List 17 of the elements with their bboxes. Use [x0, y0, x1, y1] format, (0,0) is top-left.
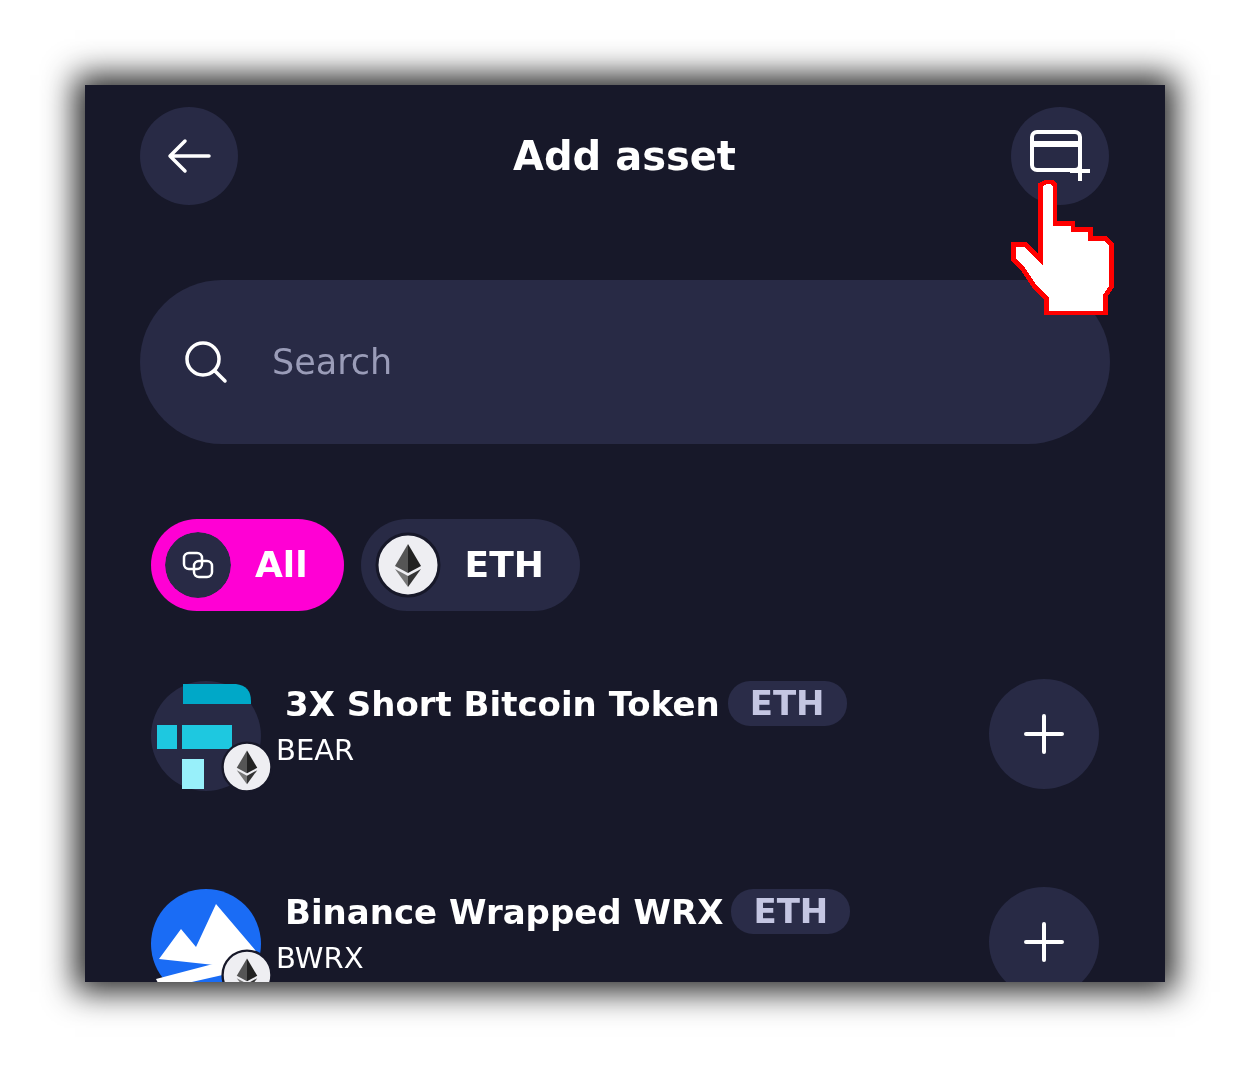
card-plus-icon	[1028, 129, 1092, 183]
search-icon	[184, 340, 228, 384]
filter-chip[interactable]: ETH	[360, 519, 580, 611]
ethereum-icon	[374, 532, 441, 598]
page-title: Add asset	[513, 132, 736, 180]
network-tag: ETH	[731, 889, 851, 935]
link-icon	[165, 532, 231, 598]
asset-name: Binance Wrapped WRX	[285, 894, 724, 929]
asset-symbol: BWRX	[276, 944, 365, 974]
back-arrow-icon	[167, 138, 211, 174]
plus-icon	[1024, 714, 1064, 754]
asset-name: 3X Short Bitcoin Token	[285, 686, 720, 721]
plus-icon	[1024, 922, 1064, 962]
asset-symbol: BEAR	[276, 736, 356, 766]
ethereum-icon	[221, 741, 273, 793]
search-field[interactable]: Search	[140, 280, 1110, 444]
network-tag: ETH	[727, 681, 847, 727]
